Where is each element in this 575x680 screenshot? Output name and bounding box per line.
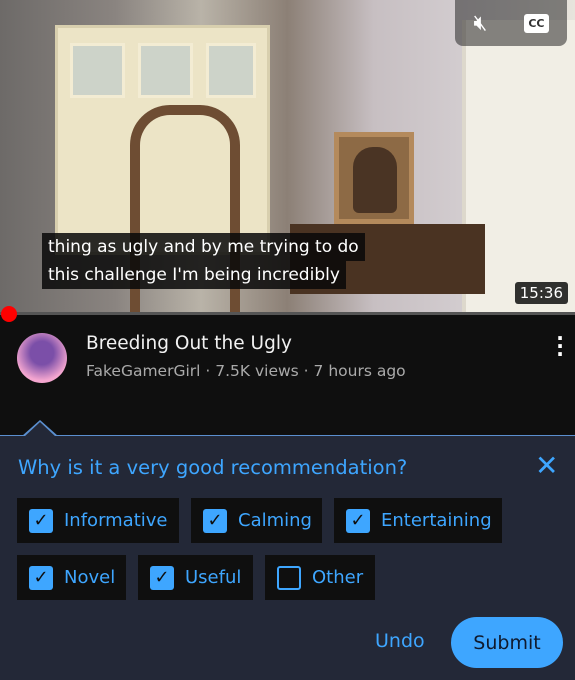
checkbox-unchecked-icon[interactable]	[277, 565, 301, 590]
checkbox-checked-icon[interactable]: ✓	[29, 508, 53, 533]
checkbox-checked-icon[interactable]: ✓	[346, 508, 370, 533]
checkbox-checked-icon[interactable]: ✓	[150, 565, 174, 590]
captions-button[interactable]: CC	[524, 13, 549, 33]
option-chip-other[interactable]: Other	[265, 555, 375, 600]
feedback-question: Why is it a very good recommendation?	[18, 456, 408, 479]
captions: thing as ugly and by me trying to do thi…	[42, 233, 365, 289]
option-label: Novel	[64, 567, 116, 588]
mute-icon[interactable]: 🔇︎	[473, 11, 487, 36]
undo-button[interactable]: Undo	[375, 630, 425, 652]
option-label: Useful	[185, 567, 242, 588]
video-meta: FakeGamerGirl · 7.5K views · 7 hours ago	[86, 362, 406, 380]
video-title[interactable]: Breeding Out the Ugly	[86, 333, 292, 354]
option-chip-informative[interactable]: ✓ Informative	[17, 498, 179, 543]
channel-avatar[interactable]	[17, 333, 67, 383]
checkbox-checked-icon[interactable]: ✓	[203, 508, 227, 533]
close-icon[interactable]: ✕	[535, 452, 558, 480]
option-chip-entertaining[interactable]: ✓ Entertaining	[334, 498, 502, 543]
video-scene-portrait	[334, 132, 414, 224]
more-options-icon[interactable]: · · ·	[553, 328, 567, 364]
option-label: Entertaining	[381, 510, 492, 531]
option-label: Calming	[238, 510, 312, 531]
option-label: Informative	[64, 510, 168, 531]
panel-notch-fill	[24, 422, 56, 437]
caption-line: this challenge I'm being incredibly	[42, 261, 346, 289]
video-top-controls: 🔇︎ CC	[455, 0, 567, 46]
option-chip-useful[interactable]: ✓ Useful	[138, 555, 253, 600]
checkbox-checked-icon[interactable]: ✓	[29, 565, 53, 590]
submit-button[interactable]: Submit	[451, 617, 563, 668]
option-label: Other	[312, 567, 364, 588]
video-player[interactable]: 🔇︎ CC thing as ugly and by me trying to …	[0, 0, 575, 313]
video-duration: 15:36	[514, 282, 568, 304]
progress-bar[interactable]	[0, 312, 575, 315]
scrubber-handle[interactable]	[1, 306, 17, 322]
caption-line: thing as ugly and by me trying to do	[42, 233, 365, 261]
option-chip-novel[interactable]: ✓ Novel	[17, 555, 126, 600]
option-chip-calming[interactable]: ✓ Calming	[191, 498, 322, 543]
